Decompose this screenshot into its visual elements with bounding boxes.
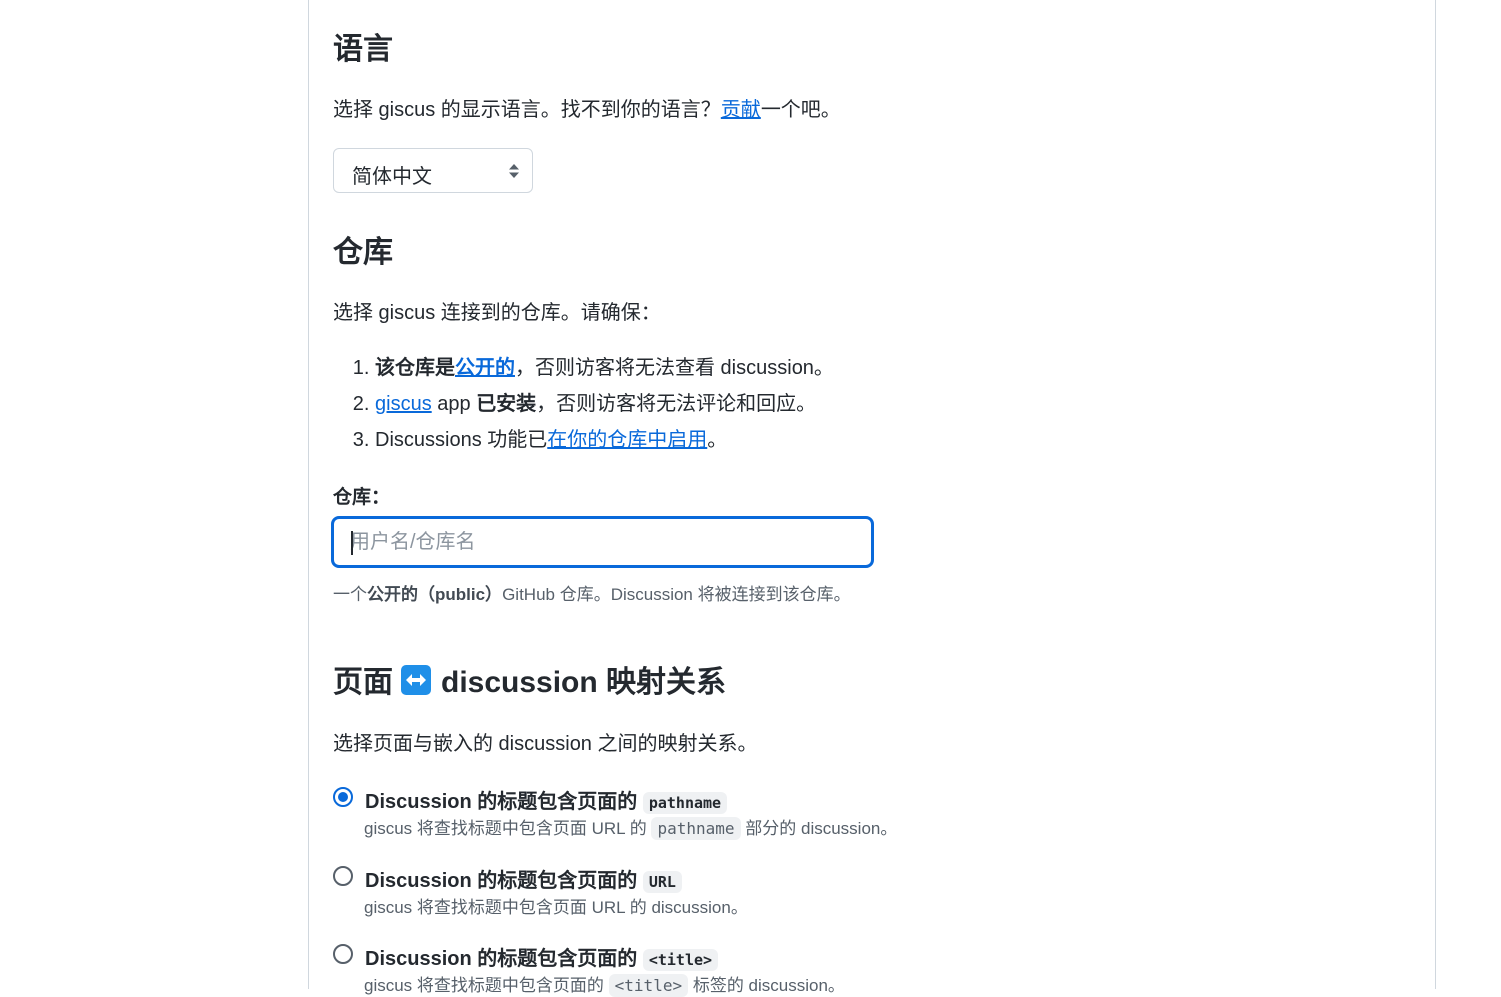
repository-description: 选择 giscus 连接到的仓库。请确保： (333, 302, 661, 324)
repository-field-label: 仓库： (333, 487, 391, 508)
option-title: Discussion 的标题包含页面的 <title> (365, 942, 719, 971)
option-title: Discussion 的标题包含页面的 URL (365, 864, 682, 893)
radio-url[interactable] (333, 866, 353, 886)
repository-heading: 仓库 (333, 236, 393, 269)
enable-discussions-link[interactable]: 在你的仓库中启用 (547, 429, 707, 451)
repository-requirements: 该仓库是公开的，否则访客将无法查看 discussion。 giscus app… (333, 350, 834, 458)
language-description: 选择 giscus 的显示语言。找不到你的语言？贡献一个吧。 (333, 99, 841, 121)
select-arrows-icon (509, 164, 519, 178)
radio-title[interactable] (333, 944, 353, 964)
public-link[interactable]: 公开的 (455, 357, 515, 379)
left-right-arrow-icon (401, 665, 431, 695)
option-description: giscus 将查找标题中包含页面 URL 的 discussion。 (364, 898, 748, 917)
requirement-discussions-enabled: Discussions 功能已在你的仓库中启用。 (375, 422, 834, 458)
mapping-description: 选择页面与嵌入的 discussion 之间的映射关系。 (333, 733, 758, 755)
repository-hint: 一个公开的（public）GitHub 仓库。Discussion 将被连接到该… (333, 585, 851, 604)
option-title: Discussion 的标题包含页面的 pathname (365, 785, 728, 814)
giscus-app-link[interactable]: giscus (375, 393, 432, 415)
text-caret (351, 531, 353, 555)
language-heading: 语言 (333, 33, 393, 66)
option-description: giscus 将查找标题中包含页面的 <title> 标签的 discussio… (364, 974, 845, 997)
contribute-link[interactable]: 贡献 (721, 99, 761, 121)
repository-input-wrapper[interactable] (331, 516, 874, 568)
radio-pathname[interactable] (333, 787, 353, 807)
language-select[interactable]: 简体中文 (333, 148, 533, 193)
requirement-app-installed: giscus app 已安装，否则访客将无法评论和回应。 (375, 386, 834, 422)
language-select-value: 简体中文 (352, 166, 432, 188)
mapping-heading: 页面 discussion 映射关系 (333, 665, 727, 699)
content-left-border (308, 0, 309, 989)
requirement-public: 该仓库是公开的，否则访客将无法查看 discussion。 (375, 350, 834, 386)
repository-input[interactable] (350, 528, 850, 556)
content-right-border (1435, 0, 1436, 989)
option-description: giscus 将查找标题中包含页面 URL 的 pathname 部分的 dis… (364, 817, 898, 840)
